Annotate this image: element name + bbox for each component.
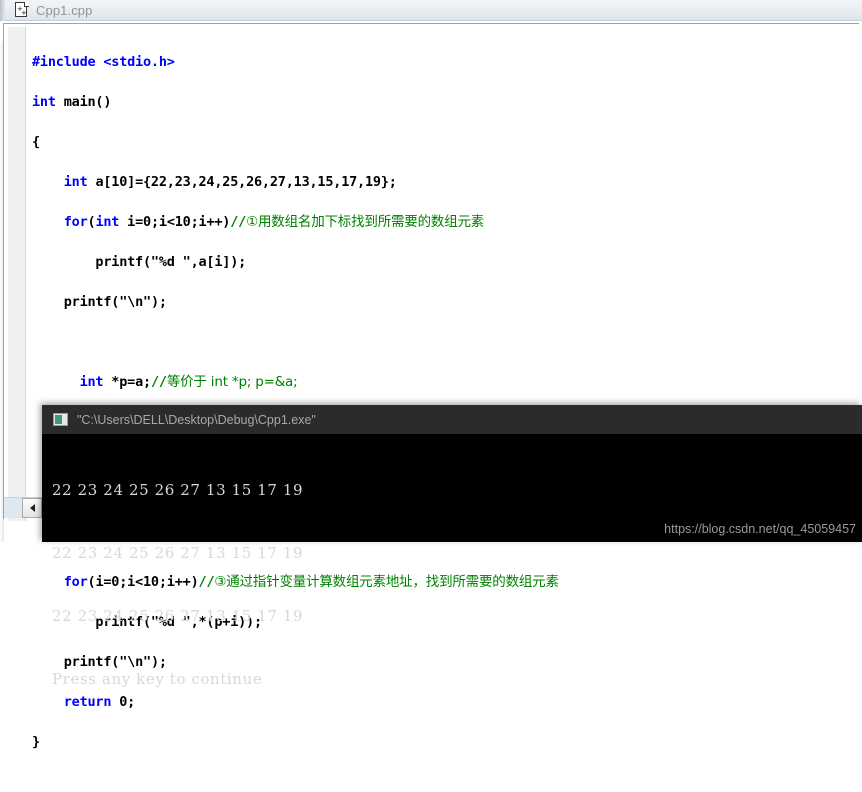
- code-token-header: <stdio.h>: [103, 54, 175, 70]
- console-output-line: 22 23 24 25 26 27 13 15 17 19: [52, 607, 304, 625]
- code-line: }: [32, 734, 40, 750]
- editor-gutter: [8, 27, 26, 521]
- console-title-text: "C:\Users\DELL\Desktop\Debug\Cpp1.exe": [77, 412, 316, 427]
- code-token-for: for: [63, 214, 88, 230]
- code-line: int a[10]={22,23,24,25,26,27,13,15,17,19…: [63, 174, 397, 190]
- code-line: printf("\n");: [32, 294, 167, 310]
- titlebar-left-edge: [0, 0, 5, 21]
- console-output-line: 22 23 24 25 26 27 13 15 17 19: [52, 481, 304, 499]
- console-window-icon: [53, 413, 68, 426]
- scrollbar-track[interactable]: [4, 498, 22, 518]
- cpp-file-icon: + +: [15, 2, 29, 18]
- code-comment-2: 等价于 int *p; p=&a;: [166, 374, 298, 390]
- scroll-left-arrow-icon[interactable]: [22, 498, 42, 518]
- code-token-int: int: [32, 94, 56, 110]
- code-token-int: int: [63, 174, 88, 190]
- console-output-line: 22 23 24 25 26 27 13 15 17 19: [52, 544, 304, 562]
- code-line: int main(): [32, 94, 112, 110]
- code-line: int *p=a;//等价于 int *p; p=&a;: [79, 374, 298, 390]
- console-window[interactable]: "C:\Users\DELL\Desktop\Debug\Cpp1.exe" 2…: [42, 405, 862, 688]
- code-line: {: [32, 134, 40, 150]
- code-line: printf("%d ",a[i]);: [32, 254, 247, 270]
- console-titlebar: "C:\Users\DELL\Desktop\Debug\Cpp1.exe": [42, 405, 862, 434]
- code-token-include: #include: [32, 54, 96, 70]
- format-string: "%d ": [150, 254, 191, 270]
- code-comment-1: ①用数组名加下标找到所需要的数组元素: [246, 214, 485, 230]
- format-string: "\n": [119, 294, 151, 310]
- watermark-text: https://blog.csdn.net/qq_45059457: [664, 522, 856, 536]
- code-line: for(int i=0;i<10;i++)//①用数组名加下标找到所需要的数组元…: [63, 214, 485, 230]
- code-token-int: int: [79, 374, 104, 390]
- comment-slashes: //: [230, 214, 247, 230]
- code-token-int: int: [95, 214, 120, 230]
- editor-titlebar: + + Cpp1.cpp: [0, 0, 862, 21]
- console-output-line: Press any key to continue: [52, 670, 263, 688]
- horizontal-scrollbar[interactable]: [4, 497, 46, 518]
- comment-slashes: //: [150, 374, 167, 390]
- tab-label-cpp1[interactable]: Cpp1.cpp: [36, 3, 92, 18]
- console-output: 22 23 24 25 26 27 13 15 17 19 22 23 24 2…: [42, 434, 862, 732]
- code-line: #include <stdio.h>: [32, 52, 852, 72]
